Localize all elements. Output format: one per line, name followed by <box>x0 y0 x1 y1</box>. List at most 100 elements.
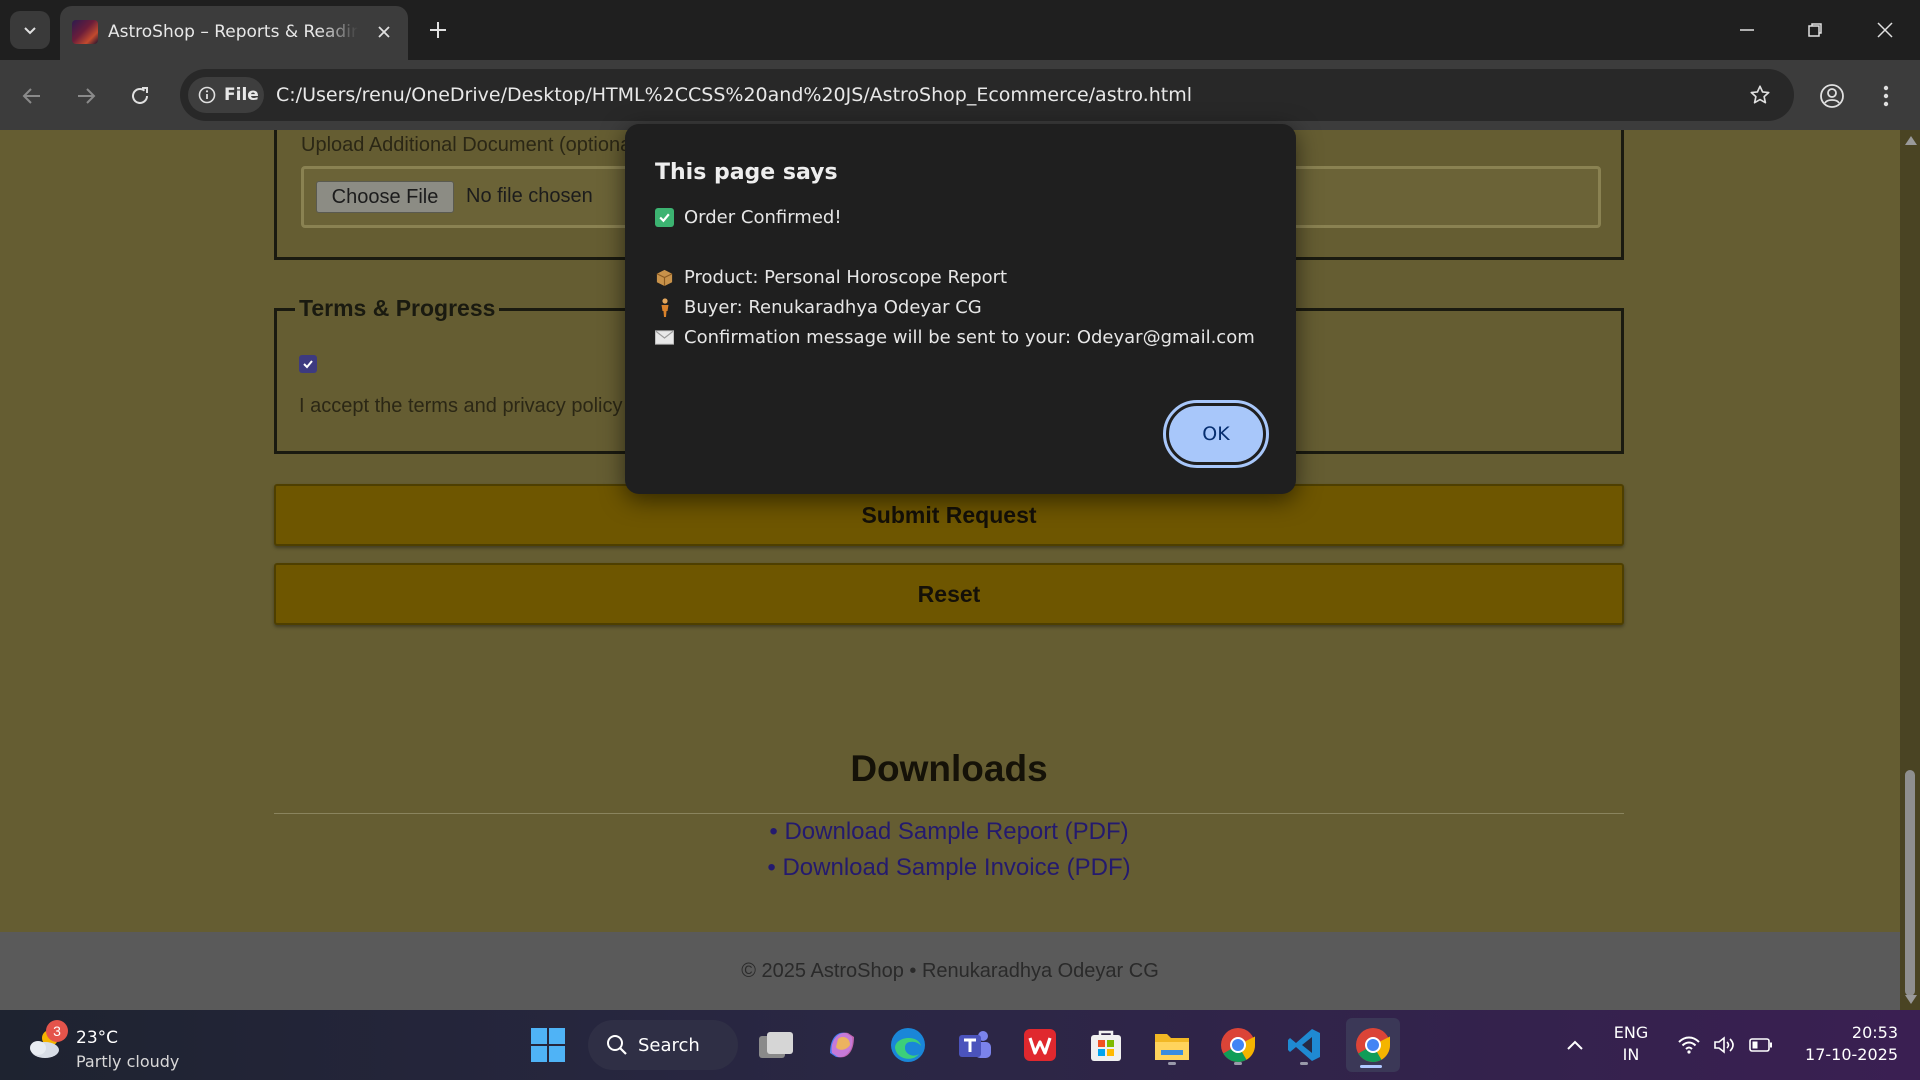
edge-button[interactable] <box>884 1021 932 1069</box>
file-explorer-button[interactable] <box>1148 1021 1196 1069</box>
microsoft-store-button[interactable] <box>1082 1021 1130 1069</box>
system-clock[interactable]: 20:53 17-10-2025 <box>1788 1022 1898 1066</box>
downloads-heading: Downloads <box>850 748 1048 789</box>
task-view-icon <box>759 1032 793 1058</box>
back-button[interactable] <box>12 76 52 116</box>
address-bar[interactable]: File C:/Users/renu/OneDrive/Desktop/HTML… <box>180 69 1794 121</box>
vscode-button[interactable] <box>1280 1021 1328 1069</box>
profile-icon <box>1820 84 1844 108</box>
battery-icon <box>1749 1038 1772 1052</box>
alert-dialog: This page says Order Confirmed! Product:… <box>625 124 1296 494</box>
tab-title: AstroShop – Reports & Readings <box>108 22 358 42</box>
choose-file-button[interactable]: Choose File <box>316 181 454 213</box>
more-vertical-icon <box>1883 85 1889 107</box>
footer-text: © 2025 AstroShop • Renukaradhya Odeyar C… <box>741 959 1159 982</box>
chrome-button[interactable] <box>1214 1021 1262 1069</box>
ok-button[interactable]: OK <box>1163 400 1269 468</box>
download-report-link[interactable]: • Download Sample Report (PDF) <box>274 818 1624 846</box>
wps-office-icon <box>1024 1029 1056 1061</box>
astroshop-favicon-icon <box>72 20 98 44</box>
scroll-up-arrow-icon[interactable] <box>1905 136 1917 145</box>
chrome-icon <box>1221 1028 1255 1062</box>
tab-search-button[interactable] <box>10 11 50 49</box>
page-footer: © 2025 AstroShop • Renukaradhya Odeyar C… <box>0 932 1900 1010</box>
menu-button[interactable] <box>1866 76 1906 116</box>
chrome-active-button[interactable] <box>1346 1018 1400 1072</box>
region-code: IN <box>1622 1045 1640 1064</box>
search-icon <box>607 1035 627 1055</box>
folder-icon <box>1155 1034 1189 1060</box>
running-indicator <box>1234 1062 1242 1065</box>
teams-icon <box>959 1031 991 1058</box>
minimize-button[interactable] <box>1722 10 1772 50</box>
site-info-chip[interactable]: File <box>188 77 264 113</box>
start-button[interactable] <box>524 1021 572 1069</box>
running-indicator <box>1360 1065 1382 1068</box>
dialog-line-product: Product: Personal Horoscope Report <box>655 267 1007 288</box>
temperature-text: 23°C <box>76 1028 119 1048</box>
restore-button[interactable] <box>1790 10 1840 50</box>
tab-close-button[interactable] <box>370 18 398 46</box>
close-window-button[interactable] <box>1860 10 1910 50</box>
reset-button[interactable]: Reset <box>274 563 1624 625</box>
plus-icon <box>430 22 446 38</box>
info-icon <box>198 86 216 104</box>
language-indicator[interactable]: ENG IN <box>1608 1022 1654 1066</box>
arrow-left-icon <box>22 88 40 104</box>
reload-button[interactable] <box>120 76 160 116</box>
reload-icon <box>132 87 148 104</box>
close-icon <box>378 26 390 38</box>
new-tab-button[interactable] <box>420 12 456 48</box>
close-icon <box>1877 22 1893 38</box>
vscode-icon <box>1288 1029 1320 1061</box>
windows-logo-icon <box>531 1028 565 1062</box>
language-code: ENG <box>1613 1023 1649 1042</box>
check-box-icon <box>655 208 674 227</box>
volume-status[interactable] <box>1712 1010 1738 1080</box>
star-icon <box>1750 85 1770 104</box>
task-view-button[interactable] <box>752 1021 800 1069</box>
profile-button[interactable] <box>1812 76 1852 116</box>
no-file-text: No file chosen <box>466 185 593 207</box>
dialog-line-email: Confirmation message will be sent to you… <box>655 327 1255 348</box>
page-scrollbar[interactable] <box>1900 130 1920 1010</box>
show-hidden-icons-button[interactable] <box>1562 1010 1588 1080</box>
chevron-up-icon <box>1567 1040 1583 1050</box>
forward-button[interactable] <box>66 76 106 116</box>
minimize-icon <box>1740 29 1754 31</box>
teams-button[interactable] <box>950 1021 998 1069</box>
downloads-divider <box>274 813 1624 814</box>
dialog-line-buyer: Buyer: Renukaradhya Odeyar CG <box>655 297 982 318</box>
windows-taskbar: 3 23°C Partly cloudy Search ENG IN 20:53… <box>0 1010 1920 1080</box>
dialog-product-text: Product: Personal Horoscope Report <box>684 267 1008 288</box>
weather-condition-text: Partly cloudy <box>76 1052 180 1071</box>
copilot-button[interactable] <box>818 1021 866 1069</box>
wifi-icon <box>1678 1036 1700 1054</box>
terms-checkbox[interactable] <box>299 355 317 373</box>
speaker-icon <box>1714 1036 1734 1054</box>
store-icon <box>1091 1030 1121 1061</box>
copilot-icon <box>830 1032 854 1058</box>
upload-label: Upload Additional Document (optional) <box>301 134 643 156</box>
weather-widget[interactable]: 3 23°C Partly cloudy <box>24 1018 224 1072</box>
bookmark-button[interactable] <box>1746 81 1774 109</box>
active-tab[interactable]: AstroShop – Reports & Readings <box>60 6 408 60</box>
dialog-email-text: Confirmation message will be sent to you… <box>684 327 1255 348</box>
terms-text: I accept the terms and privacy policy <box>299 395 623 417</box>
restore-icon <box>1808 23 1822 37</box>
scroll-thumb[interactable] <box>1905 770 1915 996</box>
clock-date: 17-10-2025 <box>1805 1045 1898 1064</box>
download-invoice-link[interactable]: • Download Sample Invoice (PDF) <box>274 854 1624 882</box>
wifi-status[interactable] <box>1676 1010 1702 1080</box>
wps-office-button[interactable] <box>1016 1021 1064 1069</box>
site-chip-label: File <box>224 85 259 105</box>
battery-status[interactable] <box>1748 1010 1774 1080</box>
taskbar-search[interactable]: Search <box>588 1020 738 1070</box>
checkmark-icon <box>303 360 313 369</box>
scroll-down-arrow-icon[interactable] <box>1905 995 1917 1004</box>
clock-time: 20:53 <box>1851 1023 1898 1042</box>
running-indicator <box>1168 1062 1176 1065</box>
dialog-buyer-text: Buyer: Renukaradhya Odeyar CG <box>684 297 982 318</box>
url-text[interactable]: C:/Users/renu/OneDrive/Desktop/HTML%2CCS… <box>276 83 1192 107</box>
tab-strip: AstroShop – Reports & Readings <box>0 0 1920 60</box>
